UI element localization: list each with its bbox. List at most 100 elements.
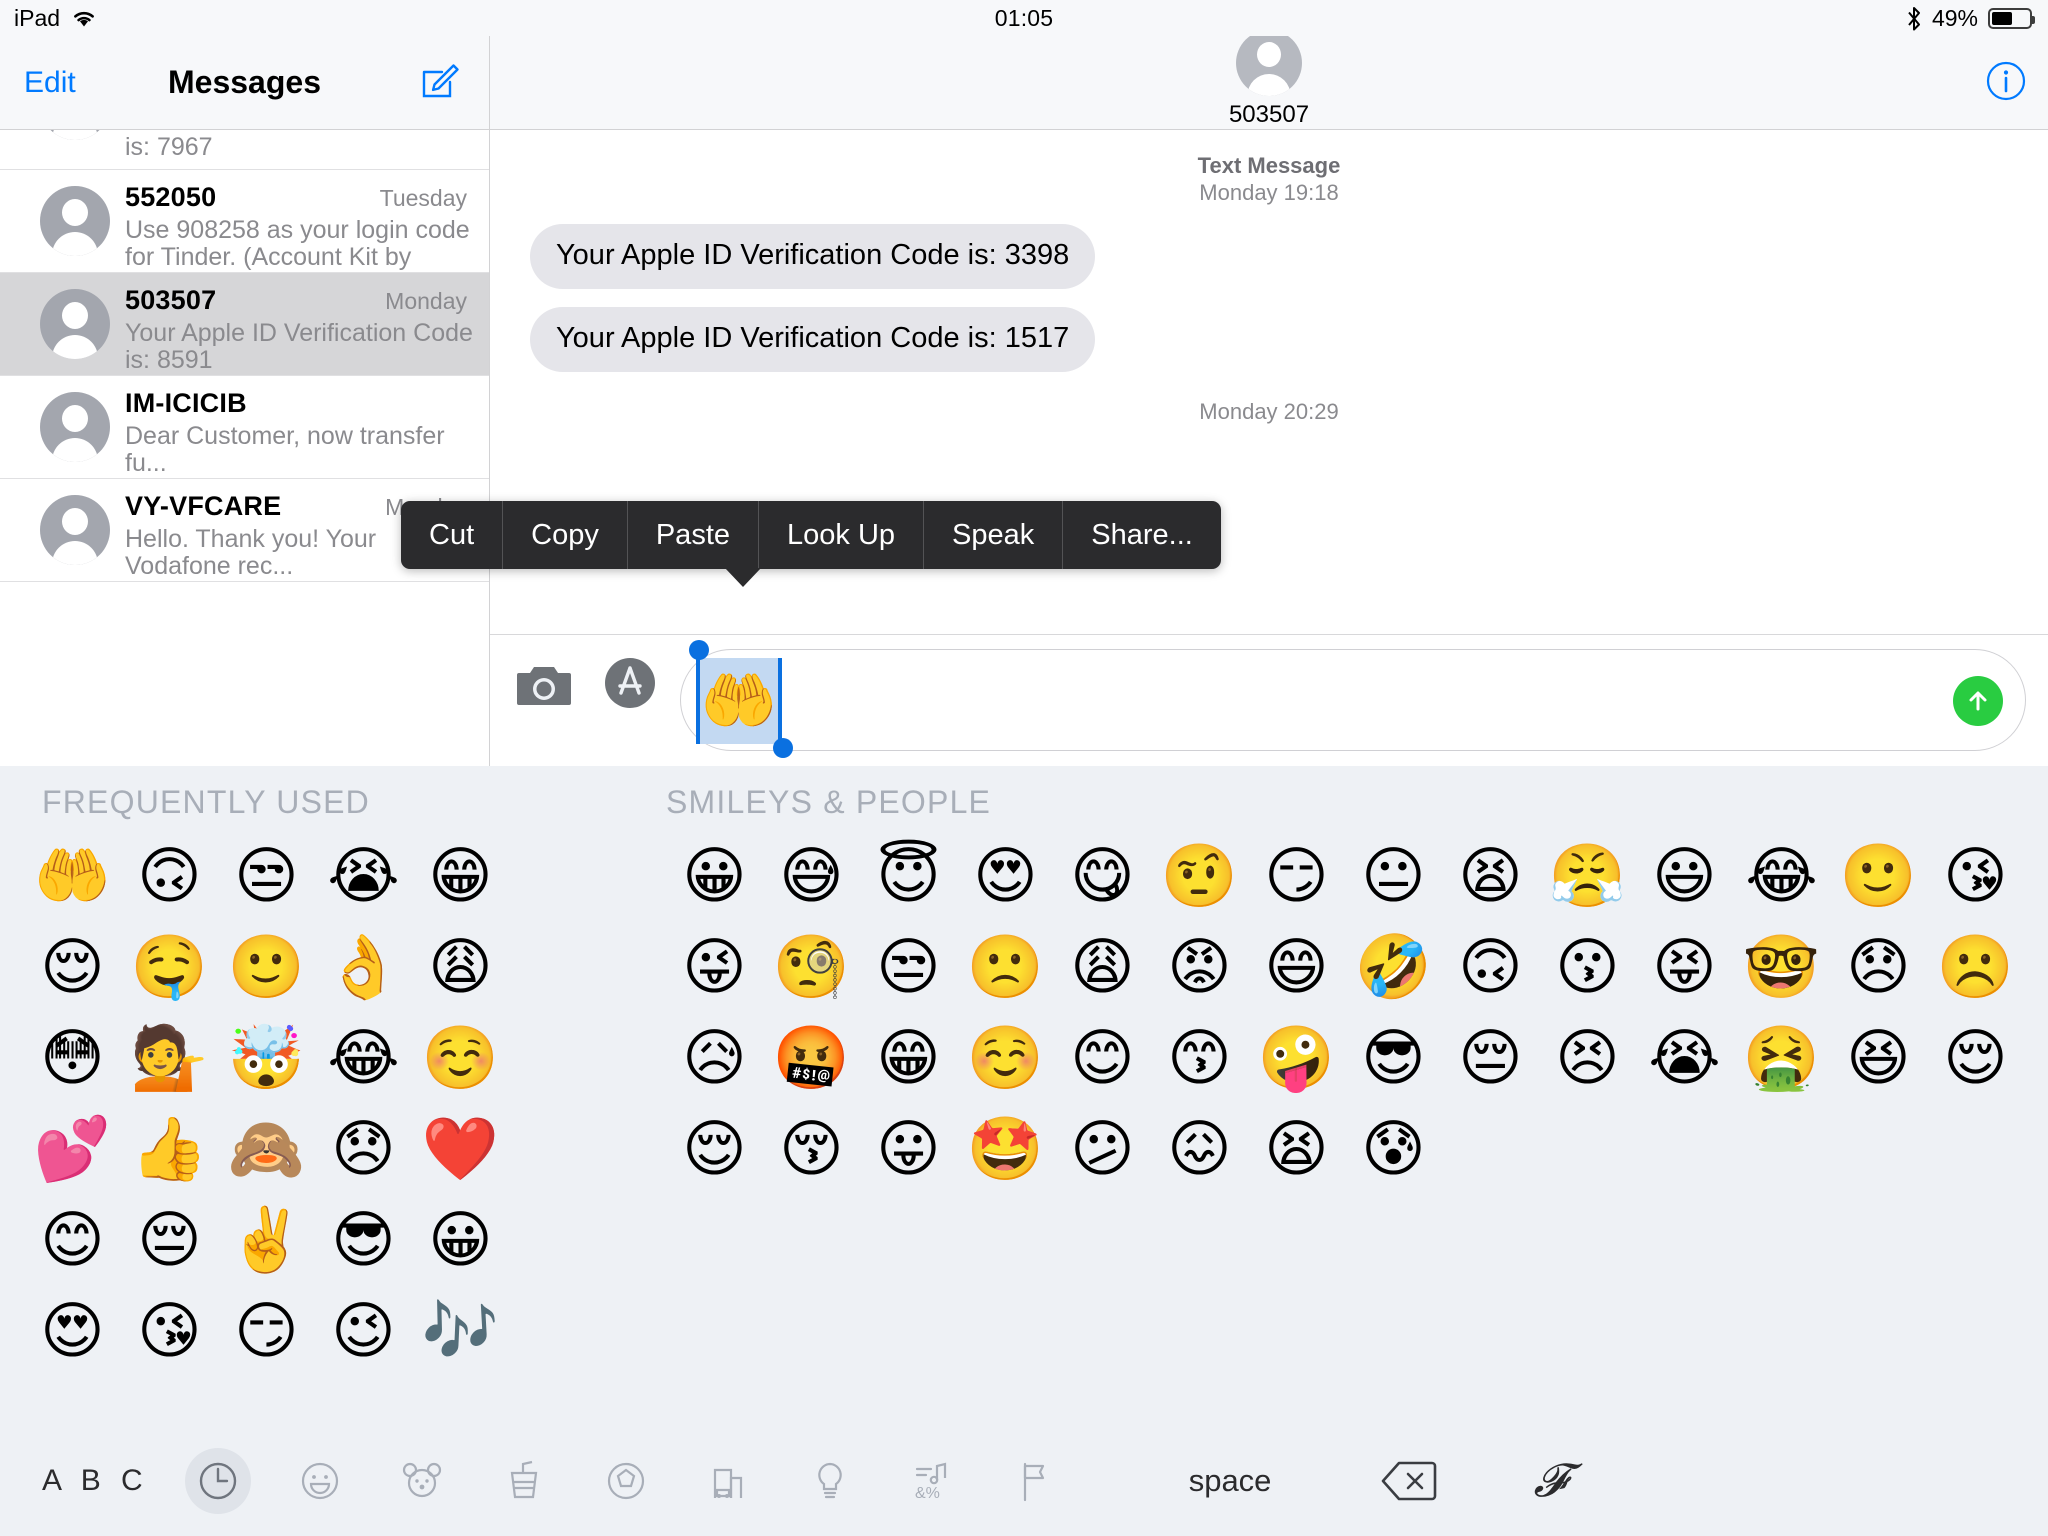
emoji-key[interactable]: 😐 xyxy=(1345,831,1442,922)
emoji-key[interactable]: 🤩 xyxy=(957,1104,1054,1195)
context-menu-item-copy[interactable]: Copy xyxy=(503,501,628,569)
handwriting-icon[interactable]: 𝓕 xyxy=(1533,1453,1567,1509)
conversation-list-item[interactable]: 552050 Tuesday Use 908258 as your login co… xyxy=(0,170,489,298)
emoji-key[interactable]: 😎 xyxy=(1345,1013,1442,1104)
emoji-key[interactable]: 🤨 xyxy=(1151,831,1248,922)
emoji-key[interactable]: 😭 xyxy=(315,831,412,922)
text-edit-context-menu[interactable]: Cut Copy Paste Look Up Speak Share... xyxy=(401,501,1221,587)
emoji-key[interactable]: 😡 xyxy=(1151,922,1248,1013)
emoji-key[interactable]: 😜 xyxy=(666,922,763,1013)
emoji-key[interactable]: 🙈 xyxy=(218,1104,315,1195)
clock-icon[interactable] xyxy=(184,1448,251,1514)
emoji-key[interactable]: 👍 xyxy=(121,1104,218,1195)
emoji-key[interactable]: 😄 xyxy=(1248,922,1345,1013)
space-key[interactable]: space xyxy=(1189,1463,1272,1499)
context-menu-item-look-up[interactable]: Look Up xyxy=(759,501,925,569)
emoji-key[interactable]: 🤲 xyxy=(24,831,121,922)
context-menu-item-paste[interactable]: Paste xyxy=(628,501,760,569)
emoji-key[interactable]: 😞 xyxy=(315,1104,412,1195)
compose-icon[interactable] xyxy=(419,62,461,104)
conversation-list-item[interactable]: 503507 Monday Your Apple ID Verification C… xyxy=(0,273,489,376)
send-button[interactable] xyxy=(1953,676,2003,726)
emoji-key[interactable]: 😔 xyxy=(121,1195,218,1286)
emoji-key[interactable]: 😍 xyxy=(957,831,1054,922)
chat-contact[interactable]: 503507 xyxy=(490,36,2048,129)
emoji-key[interactable]: 😤 xyxy=(1539,831,1636,922)
emoji-key[interactable]: 🙂 xyxy=(1830,831,1927,922)
emoji-key[interactable]: 😊 xyxy=(1054,1013,1151,1104)
emoji-key[interactable]: 😉 xyxy=(315,1286,412,1377)
emoji-key[interactable]: 😂 xyxy=(1733,831,1830,922)
emoji-key[interactable]: 😥 xyxy=(666,1013,763,1104)
emoji-key[interactable]: 😆 xyxy=(1830,1013,1927,1104)
emoji-key[interactable]: 😂 xyxy=(315,1013,412,1104)
emoji-key[interactable]: 😝 xyxy=(1636,922,1733,1013)
car-building-icon[interactable] xyxy=(695,1448,761,1514)
emoji-key[interactable]: 😊 xyxy=(24,1195,121,1286)
abc-keyboard-button[interactable]: A B C xyxy=(42,1464,149,1498)
emoji-key[interactable]: ❤️ xyxy=(412,1104,509,1195)
selection-handle-end[interactable] xyxy=(773,738,793,758)
message-bubble[interactable]: Your Apple ID Verification Code is: 1517 xyxy=(530,307,1096,372)
symbols-icon[interactable]: &% xyxy=(899,1448,965,1514)
emoji-key[interactable]: 🙃 xyxy=(121,831,218,922)
emoji-key[interactable]: 🤮 xyxy=(1733,1013,1830,1104)
emoji-key[interactable]: 🧐 xyxy=(763,922,860,1013)
soccer-ball-icon[interactable] xyxy=(593,1448,659,1514)
emoji-key[interactable]: 😘 xyxy=(1927,831,2024,922)
emoji-key[interactable]: 😭 xyxy=(1636,1013,1733,1104)
conversation-list-item[interactable]: IM-ICICIB Dear Customer, now transfer fu.… xyxy=(0,376,489,479)
lightbulb-icon[interactable] xyxy=(797,1448,863,1514)
camera-icon[interactable] xyxy=(516,661,572,711)
emoji-key[interactable]: 😀 xyxy=(666,831,763,922)
emoji-key[interactable]: 😕 xyxy=(1054,1104,1151,1195)
emoji-key[interactable]: 🤤 xyxy=(121,922,218,1013)
emoji-key[interactable]: 💕 xyxy=(24,1104,121,1195)
emoji-key[interactable]: 🙁 xyxy=(957,922,1054,1013)
emoji-scroll-area[interactable]: FREQUENTLY USED 🤲 🙃 😒 😭 😁 😌 🤤 🙂 👌 😩 😳 💁 🤯 😂 ☺️ 💕 👍 🙈 😞 ❤️ 😊 😔… xyxy=(0,766,2048,1426)
emoji-key[interactable]: 😖 xyxy=(1151,1104,1248,1195)
emoji-key[interactable]: 😅 xyxy=(763,831,860,922)
app-store-icon[interactable] xyxy=(602,655,658,711)
smiley-icon[interactable] xyxy=(287,1448,353,1514)
emoji-key[interactable]: 🎶 xyxy=(412,1286,509,1377)
emoji-key[interactable]: 😘 xyxy=(121,1286,218,1377)
message-bubble[interactable]: Your Apple ID Verification Code is: 3398 xyxy=(522,224,1096,289)
emoji-key[interactable]: 😫 xyxy=(1442,831,1539,922)
emoji-key[interactable]: 😌 xyxy=(1927,1013,2024,1104)
emoji-key[interactable]: 💁 xyxy=(121,1013,218,1104)
emoji-key[interactable]: 😙 xyxy=(1151,1013,1248,1104)
emoji-key[interactable]: 🤪 xyxy=(1248,1013,1345,1104)
emoji-key[interactable]: 😣 xyxy=(1539,1013,1636,1104)
emoji-key[interactable]: 🤓 xyxy=(1733,922,1830,1013)
list-item-partial[interactable]: is: 7967 xyxy=(0,130,489,170)
emoji-key[interactable]: 😏 xyxy=(218,1286,315,1377)
emoji-key[interactable]: 🤣 xyxy=(1345,922,1442,1013)
emoji-key[interactable]: 🙂 xyxy=(218,922,315,1013)
selected-emoji-text[interactable]: 🤲 xyxy=(696,658,782,744)
emoji-key[interactable]: 😁 xyxy=(412,831,509,922)
emoji-key[interactable]: 😩 xyxy=(1054,922,1151,1013)
emoji-grid-smileys-people[interactable]: 😀 😅 😇 😍 😋 🤨 😏 😐 😫 😤 😃 😂 🙂 😘 😜 🧐 😒 🙁 😩 😡 😄 🤣 🙃 😗 😝 🤓 😞 ☹️ 😥 🤬 😁 ☺️ 😊 😙 🤪 😎 😔 😣… xyxy=(648,831,2048,1195)
info-icon[interactable] xyxy=(1984,59,2028,103)
emoji-key[interactable]: 😇 xyxy=(860,831,957,922)
emoji-key[interactable]: 😰 xyxy=(1345,1104,1442,1195)
emoji-key[interactable]: 😃 xyxy=(1636,831,1733,922)
emoji-key[interactable]: 😍 xyxy=(24,1286,121,1377)
emoji-key[interactable]: 😫 xyxy=(1248,1104,1345,1195)
emoji-key[interactable]: 😩 xyxy=(412,922,509,1013)
emoji-key[interactable]: 😀 xyxy=(412,1195,509,1286)
emoji-key[interactable]: 🤬 xyxy=(763,1013,860,1104)
emoji-key[interactable]: 😒 xyxy=(860,922,957,1013)
emoji-key[interactable]: 😌 xyxy=(24,922,121,1013)
emoji-key[interactable]: 😎 xyxy=(315,1195,412,1286)
emoji-key[interactable]: ☺️ xyxy=(412,1013,509,1104)
flag-icon[interactable] xyxy=(1001,1448,1067,1514)
emoji-key[interactable]: 😛 xyxy=(860,1104,957,1195)
emoji-key[interactable]: 😞 xyxy=(1830,922,1927,1013)
context-menu-item-speak[interactable]: Speak xyxy=(924,501,1064,569)
emoji-key[interactable]: 😔 xyxy=(1442,1013,1539,1104)
context-menu-item-cut[interactable]: Cut xyxy=(401,501,504,569)
emoji-key[interactable]: 😌 xyxy=(666,1104,763,1195)
emoji-key[interactable]: 🤯 xyxy=(218,1013,315,1104)
